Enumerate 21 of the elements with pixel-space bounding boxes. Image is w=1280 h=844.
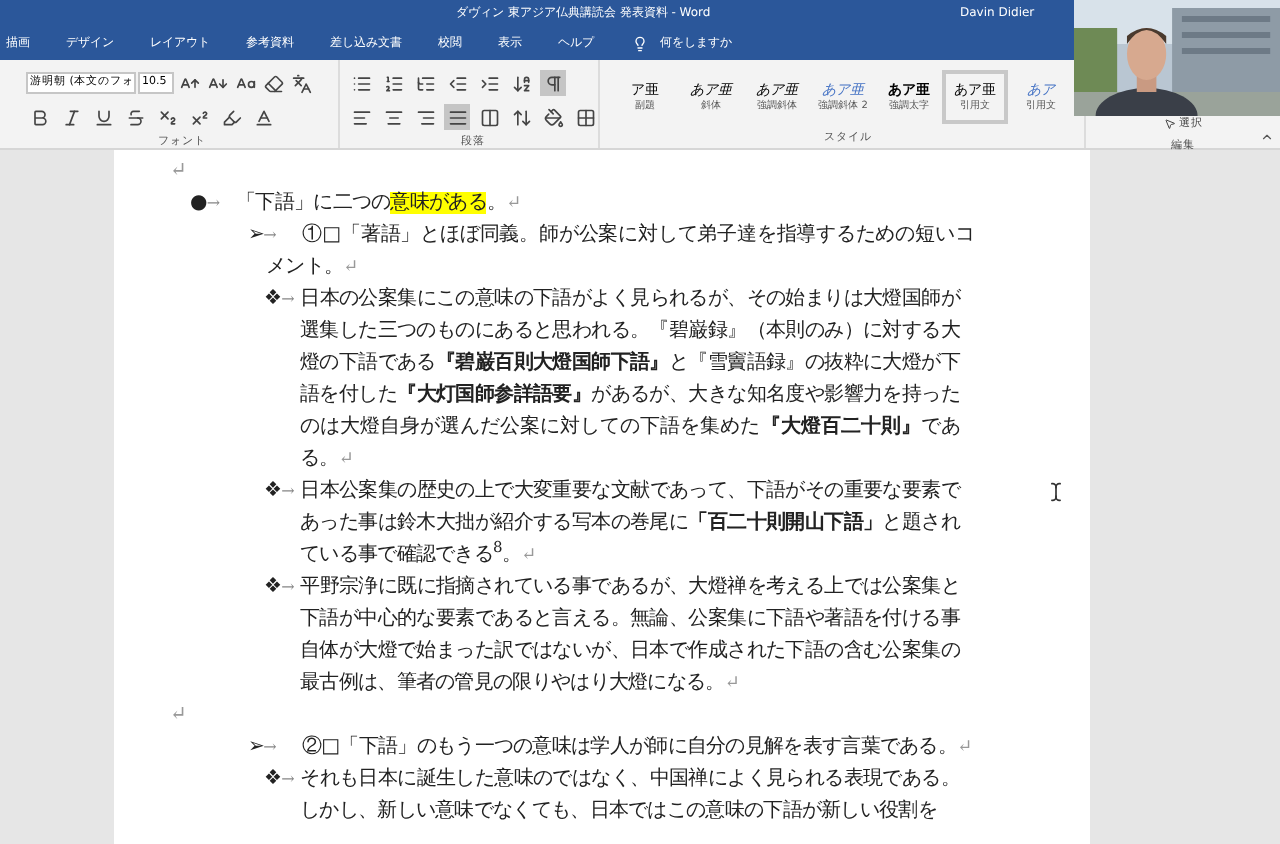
phonetic-icon[interactable] xyxy=(288,70,314,96)
paragraph-text: ❖→ 日本公案集の歴史の上で大変重要な文献であって、下語がその重要な要素であった事は鈴木大拙が紹介する写本の巻尾に「百二十則開山下語」と題されている事で確認できる$^{8}$。↵ xyxy=(262,477,960,570)
lightbulb-icon xyxy=(632,35,648,51)
borders-icon[interactable] xyxy=(572,104,598,130)
pointer-icon xyxy=(1163,118,1175,131)
justify-icon[interactable] xyxy=(444,104,470,130)
paragraph-text: ❖→ それも日本に誕生した意味のではなく、中国禅によく見られる表現である。しかし、新しい意味でなくても、日本ではこの意味の下語が新しい役割を xyxy=(262,765,960,826)
paint-bucket-icon[interactable] xyxy=(540,104,566,130)
collapse-ribbon-icon[interactable] xyxy=(1260,130,1274,144)
highlighter-icon[interactable] xyxy=(218,104,244,130)
paragraph-text: ➢→ ①□「著語」とほぼ同義。師が公案に対して弟子達を指導するための短いコメント。↵ xyxy=(246,221,974,282)
paragraph-text: ❖→ 日本の公案集にこの意味の下語がよく見られるが、その始まりは大燈国師が選集した三つのものにあると思われる。『碧巌録』（本則のみ）に対する大燈の下語である『碧巌百則大燈国師下語』と『雪竇語録』の抜粋に大燈が下語を付した『大灯国師参詳語要』があるが、大きな知名度や影響力を持ったのは大燈自身が選んだ公案に対しての下語を集めた『大燈百二十則』である。↵ xyxy=(262,285,960,474)
paragraph-text: ❖→ 平野宗浄に既に指摘されている事であるが、大燈禅を考える上では公案集と下語が中心的な要素であると言える。無論、公案集に下語や著語を付ける事自体が大燈で始まった訳ではないが、日本で作成された下語の含む公案集の最古例は、筆者の管見の限りやはり大燈になる。↵ xyxy=(262,573,960,698)
pilcrow-icon[interactable] xyxy=(540,70,566,96)
paragraph-text: ●→ 「下語」に二つの意味がある。↵ xyxy=(188,189,523,218)
paragraph-mark: ↵ xyxy=(170,704,187,726)
paragraph-mark: ↵ xyxy=(170,160,187,182)
paragraph-text: ➢→ ②□「下語」のもう一つの意味は学人が師に自分の見解を表す言葉である。↵ xyxy=(246,733,974,762)
columns-icon[interactable] xyxy=(476,104,502,130)
text-cursor-icon xyxy=(1046,482,1066,502)
clear-format-icon[interactable] xyxy=(260,70,286,96)
